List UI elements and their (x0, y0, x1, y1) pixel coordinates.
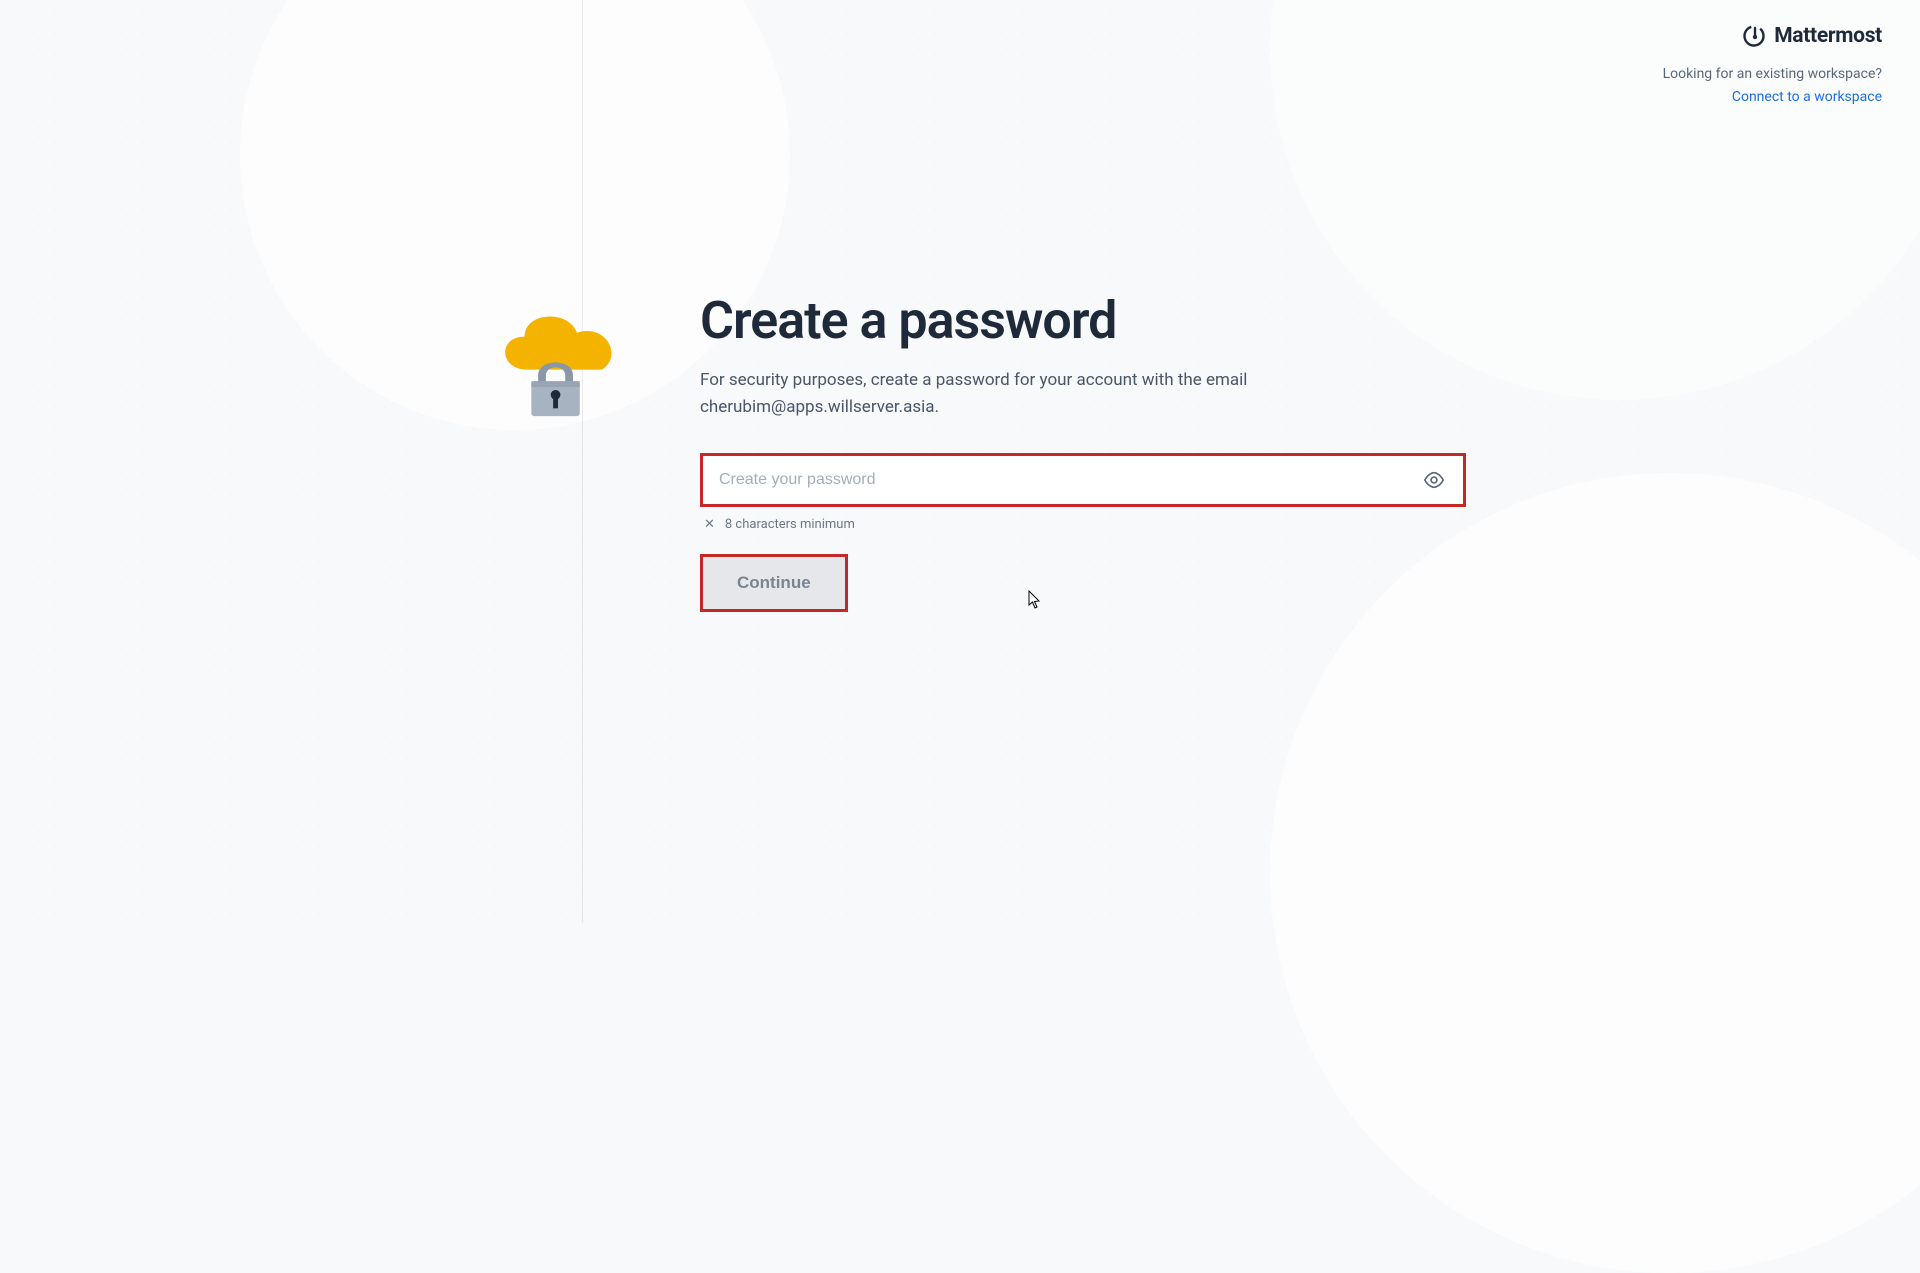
cloud-lock-icon (480, 292, 635, 422)
password-input[interactable] (703, 457, 1405, 503)
eye-icon (1423, 469, 1445, 491)
connect-workspace-link[interactable]: Connect to a workspace (1732, 89, 1882, 105)
form-area: Create a password For security purposes,… (700, 290, 1462, 612)
header-question-text: Looking for an existing workspace? (1663, 66, 1882, 82)
continue-button-highlight: Continue (700, 554, 848, 612)
toggle-password-visibility-button[interactable] (1405, 457, 1463, 503)
header: Mattermost Looking for an existing works… (1663, 24, 1882, 105)
close-icon: ✕ (704, 518, 715, 531)
password-requirement-text: 8 characters minimum (725, 517, 855, 532)
continue-button[interactable]: Continue (703, 557, 845, 609)
page-subtitle: For security purposes, create a password… (700, 367, 1380, 421)
password-input-wrapper (700, 453, 1466, 507)
brand-name: Mattermost (1774, 24, 1882, 48)
main-content: Create a password For security purposes,… (482, 290, 1462, 612)
password-requirement: ✕ 8 characters minimum (700, 517, 1462, 532)
mattermost-logo-icon (1742, 24, 1766, 48)
brand-logo: Mattermost (1663, 24, 1882, 48)
page-title: Create a password (700, 290, 1462, 351)
